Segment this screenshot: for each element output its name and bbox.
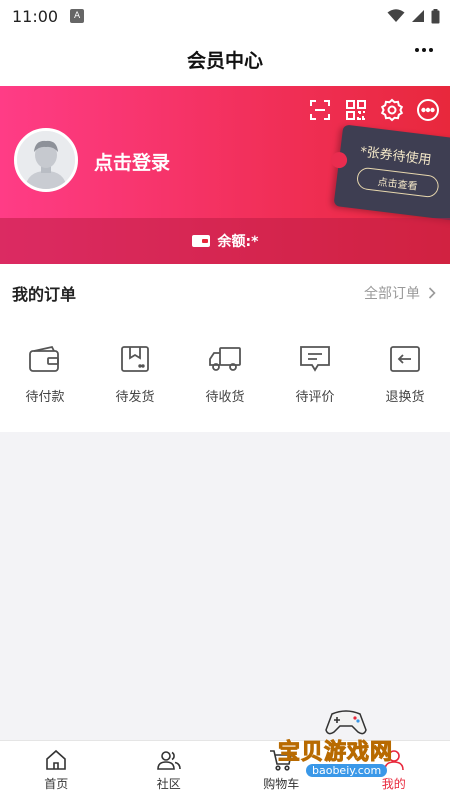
package-icon [118, 344, 152, 374]
more-dot-icon [429, 48, 433, 52]
page-title: 会员中心 [186, 49, 263, 72]
comment-icon [298, 344, 332, 374]
watermark-url: baobeiy.com [306, 764, 388, 777]
gamepad-icon [325, 710, 367, 735]
all-orders-label: 全部订单 [364, 286, 420, 302]
banner-toolbar [308, 98, 440, 122]
more-dot-icon [422, 48, 426, 52]
order-pending-receipt[interactable]: 待收货 [185, 344, 265, 405]
title-bar: 会员中心 [0, 32, 450, 86]
wifi-icon [387, 9, 405, 22]
truck-icon [208, 344, 242, 374]
login-link[interactable]: 点击登录 [94, 148, 170, 175]
status-time: 11:00 [12, 6, 59, 26]
order-pending-review[interactable]: 待评价 [275, 344, 355, 405]
site-watermark: 宝贝游戏网 baobeiy.com [272, 706, 422, 784]
orders-header: 我的订单 全部订单 [0, 264, 450, 322]
message-icon[interactable] [416, 98, 440, 122]
member-banner: 点击登录 *张券待使用 点击查看 余额:* [0, 86, 450, 264]
order-status-row: 待付款 待发货 待收货 待评价 退换货 [0, 322, 450, 405]
coupon-count-text: *张券待使用 [359, 144, 433, 169]
balance-label: 余额:* [217, 234, 259, 250]
orders-title: 我的订单 [12, 285, 77, 304]
battery-icon [431, 8, 440, 23]
scan-icon[interactable] [308, 98, 332, 122]
more-dot-icon [415, 48, 419, 52]
default-avatar-icon [17, 131, 75, 189]
settings-icon[interactable] [380, 98, 404, 122]
status-indicators [387, 8, 440, 24]
nav-label: 社区 [156, 777, 181, 791]
all-orders-link[interactable]: 全部订单 [364, 283, 436, 303]
nav-label: 首页 [44, 777, 69, 791]
wallet-icon [28, 344, 62, 374]
watermark-text: 宝贝游戏网 [277, 740, 394, 766]
qr-code-icon[interactable] [344, 98, 368, 122]
nav-home[interactable]: 首页 [0, 741, 113, 800]
signal-icon [412, 10, 424, 22]
nav-community[interactable]: 社区 [113, 741, 226, 800]
home-icon [46, 749, 67, 770]
avatar[interactable] [14, 128, 78, 192]
my-orders-section: 我的订单 全部订单 待付款 待发货 待收货 待评价 退换货 [0, 264, 450, 432]
app-notification-icon: A [70, 9, 85, 23]
order-item-label: 待评价 [295, 390, 335, 405]
view-coupons-button[interactable]: 点击查看 [355, 166, 440, 199]
community-icon [156, 751, 181, 770]
balance-bar[interactable]: 余额:* [0, 218, 450, 264]
chevron-right-icon [428, 287, 436, 299]
order-returns[interactable]: 退换货 [365, 344, 445, 405]
wallet-card-icon [191, 235, 210, 247]
order-item-label: 退换货 [385, 390, 425, 405]
order-item-label: 待收货 [205, 390, 245, 405]
return-icon [388, 344, 422, 374]
order-item-label: 待发货 [115, 390, 155, 405]
order-item-label: 待付款 [25, 390, 65, 405]
more-options-button[interactable] [412, 38, 436, 62]
order-pending-shipment[interactable]: 待发货 [95, 344, 175, 405]
coupon-ticket[interactable]: *张券待使用 点击查看 [333, 124, 450, 222]
order-pending-payment[interactable]: 待付款 [5, 344, 85, 405]
status-bar: 11:00 A [0, 0, 450, 32]
